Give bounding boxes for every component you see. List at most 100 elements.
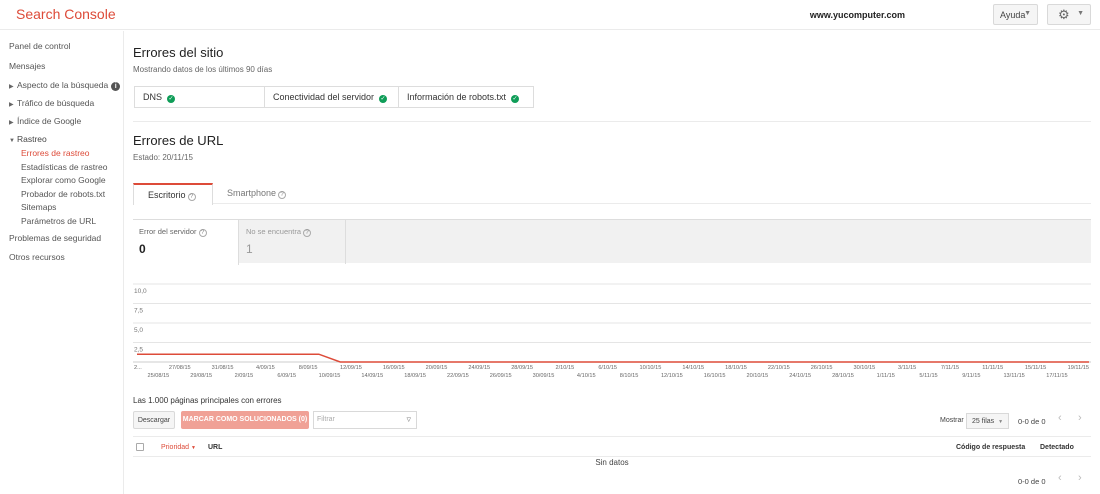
server-connectivity-label: Conectividad del servidor: [273, 92, 375, 102]
x-tick-label: 25/08/15: [148, 373, 170, 379]
prev-page-icon[interactable]: ‹: [1058, 412, 1062, 424]
x-tick-label: 8/10/15: [620, 373, 639, 379]
x-tick-label: 12/10/15: [661, 373, 683, 379]
error-metrics-bar: Error del servidor? 0 No se encuentra? 1: [133, 219, 1091, 265]
check-circle-icon: ✓: [511, 95, 520, 103]
help-button[interactable]: Ayuda ▼: [993, 4, 1038, 25]
sidebar-item-messages[interactable]: Mensajes: [9, 61, 45, 71]
sidebar-item-sitemaps[interactable]: Sitemaps: [21, 202, 56, 212]
table-title: Las 1.000 páginas principales con errore…: [133, 396, 282, 405]
sidebar-item-crawl[interactable]: ▼ Rastreo: [9, 134, 47, 144]
help-icon[interactable]: ?: [303, 229, 312, 237]
x-tick-label: 2/10/15: [556, 365, 575, 371]
sidebar-item-robots-tester[interactable]: Probador de robots.txt: [21, 189, 105, 199]
server-connectivity-status[interactable]: Conectividad del servidor ✓: [265, 87, 399, 107]
x-tick-label: 16/09/15: [383, 365, 405, 371]
help-label: Ayuda: [1000, 10, 1026, 20]
sidebar-item-security-issues[interactable]: Problemas de seguridad: [9, 233, 101, 243]
metric-not-found[interactable]: No se encuentra? 1: [240, 220, 346, 264]
chevron-right-icon: ▶: [9, 120, 14, 126]
x-tick-label: 15/11/15: [1025, 365, 1046, 371]
sidebar-item-label: Rastreo: [17, 134, 47, 144]
dns-status[interactable]: DNS ✓: [135, 87, 265, 107]
metric-server-error[interactable]: Error del servidor? 0: [133, 220, 239, 265]
sidebar-item-crawl-errors[interactable]: Errores de rastreo: [21, 148, 90, 158]
url-errors-title: Errores de URL: [133, 133, 224, 148]
dns-label: DNS: [143, 92, 163, 102]
sidebar-item-label: Estadísticas de rastreo: [21, 162, 108, 172]
x-tick-label: 22/10/15: [768, 365, 790, 371]
funnel-icon[interactable]: ▿: [406, 414, 411, 425]
filter-input[interactable]: Filtrar ▿: [313, 411, 417, 429]
sidebar-item-label: Otros recursos: [9, 252, 65, 262]
tab-desktop[interactable]: Escritorio?: [133, 183, 213, 205]
select-all-checkbox[interactable]: [136, 443, 144, 451]
metric-label: Error del servidor: [139, 227, 197, 236]
check-circle-icon: ✓: [379, 95, 388, 103]
sidebar-item-fetch-as-google[interactable]: Explorar como Google: [21, 175, 106, 185]
sidebar-item-label: Probador de robots.txt: [21, 189, 106, 199]
column-priority[interactable]: Prioridad ▼: [161, 444, 196, 451]
section-divider: [133, 121, 1091, 122]
x-tick-label: 16/10/15: [704, 373, 726, 379]
sidebar-item-label: Parámetros de URL: [21, 216, 97, 226]
sidebar-item-google-index[interactable]: ▶ Índice de Google: [9, 116, 81, 126]
info-icon[interactable]: i: [111, 82, 121, 91]
tab-smartphone[interactable]: Smartphone?: [213, 183, 287, 203]
column-detected[interactable]: Detectado: [1040, 444, 1074, 451]
sidebar-item-other-resources[interactable]: Otros recursos: [9, 252, 65, 262]
robots-txt-label: Información de robots.txt: [407, 92, 507, 102]
site-selector[interactable]: www.yucomputer.com: [810, 10, 905, 20]
mark-as-fixed-button[interactable]: MARCAR COMO SOLUCIONADOS (0): [181, 411, 309, 429]
x-tick-label: 29/08/15: [190, 373, 212, 379]
x-tick-label: 13/11/15: [1003, 373, 1024, 379]
rows-per-page-select[interactable]: 25 filas ▼: [966, 413, 1009, 429]
x-tick-label: 7/11/15: [941, 365, 959, 371]
gear-icon: ⚙: [1058, 7, 1070, 22]
sidebar-item-crawl-stats[interactable]: Estadísticas de rastreo: [21, 162, 107, 172]
chevron-down-icon: ▼: [9, 138, 15, 144]
sidebar-item-label: Errores de rastreo: [21, 148, 90, 158]
x-tick-label: 20/09/15: [426, 365, 448, 371]
chevron-down-icon: ▼: [998, 419, 1004, 425]
x-tick-label: 6/10/15: [598, 365, 617, 371]
sidebar-item-label: Mensajes: [9, 61, 46, 71]
tabs-baseline: [133, 203, 1091, 204]
x-tick-label: 10/09/15: [319, 373, 341, 379]
site-errors-title: Errores del sitio: [133, 45, 224, 60]
x-tick-label: 17/11/15: [1046, 373, 1067, 379]
chevron-down-icon: ▼: [190, 445, 196, 451]
x-tick-label: 26/10/15: [811, 365, 833, 371]
column-url[interactable]: URL: [208, 444, 222, 451]
settings-button[interactable]: ⚙ ▼: [1047, 4, 1091, 25]
column-response-code[interactable]: Código de respuesta: [956, 444, 1025, 451]
sidebar-item-label: Aspecto de la búsqueda: [17, 80, 109, 90]
x-tick-label: 14/10/15: [682, 365, 704, 371]
prev-page-icon[interactable]: ‹: [1058, 472, 1062, 484]
help-icon[interactable]: ?: [187, 193, 196, 201]
sidebar-item-label: Índice de Google: [17, 116, 82, 126]
sidebar-item-url-parameters[interactable]: Parámetros de URL: [21, 216, 96, 226]
x-tick-label: 11/11/15: [982, 365, 1003, 371]
errors-line-chart: 10,0 7,5 5,0 2,5 2... 27/08/15 31/08/15 4/09/15…: [133, 283, 1091, 379]
robots-txt-status[interactable]: Información de robots.txt ✓: [399, 87, 533, 107]
y-tick-label: 7,5: [134, 308, 143, 315]
x-tick-label: 30/10/15: [853, 365, 875, 371]
help-icon[interactable]: ?: [198, 229, 207, 237]
next-page-icon[interactable]: ›: [1078, 412, 1082, 424]
sidebar-item-search-traffic[interactable]: ▶ Tráfico de búsqueda: [9, 98, 94, 108]
pager-text-top: 0-0 de 0: [1018, 417, 1046, 426]
sidebar: Panel de control Mensajes ▶ Aspecto de la…: [0, 31, 124, 494]
sidebar-item-label: Tráfico de búsqueda: [17, 98, 95, 108]
sidebar-item-dashboard[interactable]: Panel de control: [9, 41, 70, 51]
x-tick-label: 18/09/15: [404, 373, 426, 379]
search-console-logo[interactable]: Search Console: [16, 6, 116, 22]
filter-placeholder: Filtrar: [317, 416, 335, 423]
sidebar-item-search-appearance[interactable]: ▶ Aspecto de la búsqueda i: [9, 80, 121, 91]
x-tick-label: 10/10/15: [640, 365, 662, 371]
tab-label: Escritorio: [148, 190, 186, 200]
x-tick-label: 24/09/15: [468, 365, 490, 371]
download-button[interactable]: Descargar: [133, 411, 175, 429]
help-icon[interactable]: ?: [278, 191, 287, 199]
next-page-icon[interactable]: ›: [1078, 472, 1082, 484]
